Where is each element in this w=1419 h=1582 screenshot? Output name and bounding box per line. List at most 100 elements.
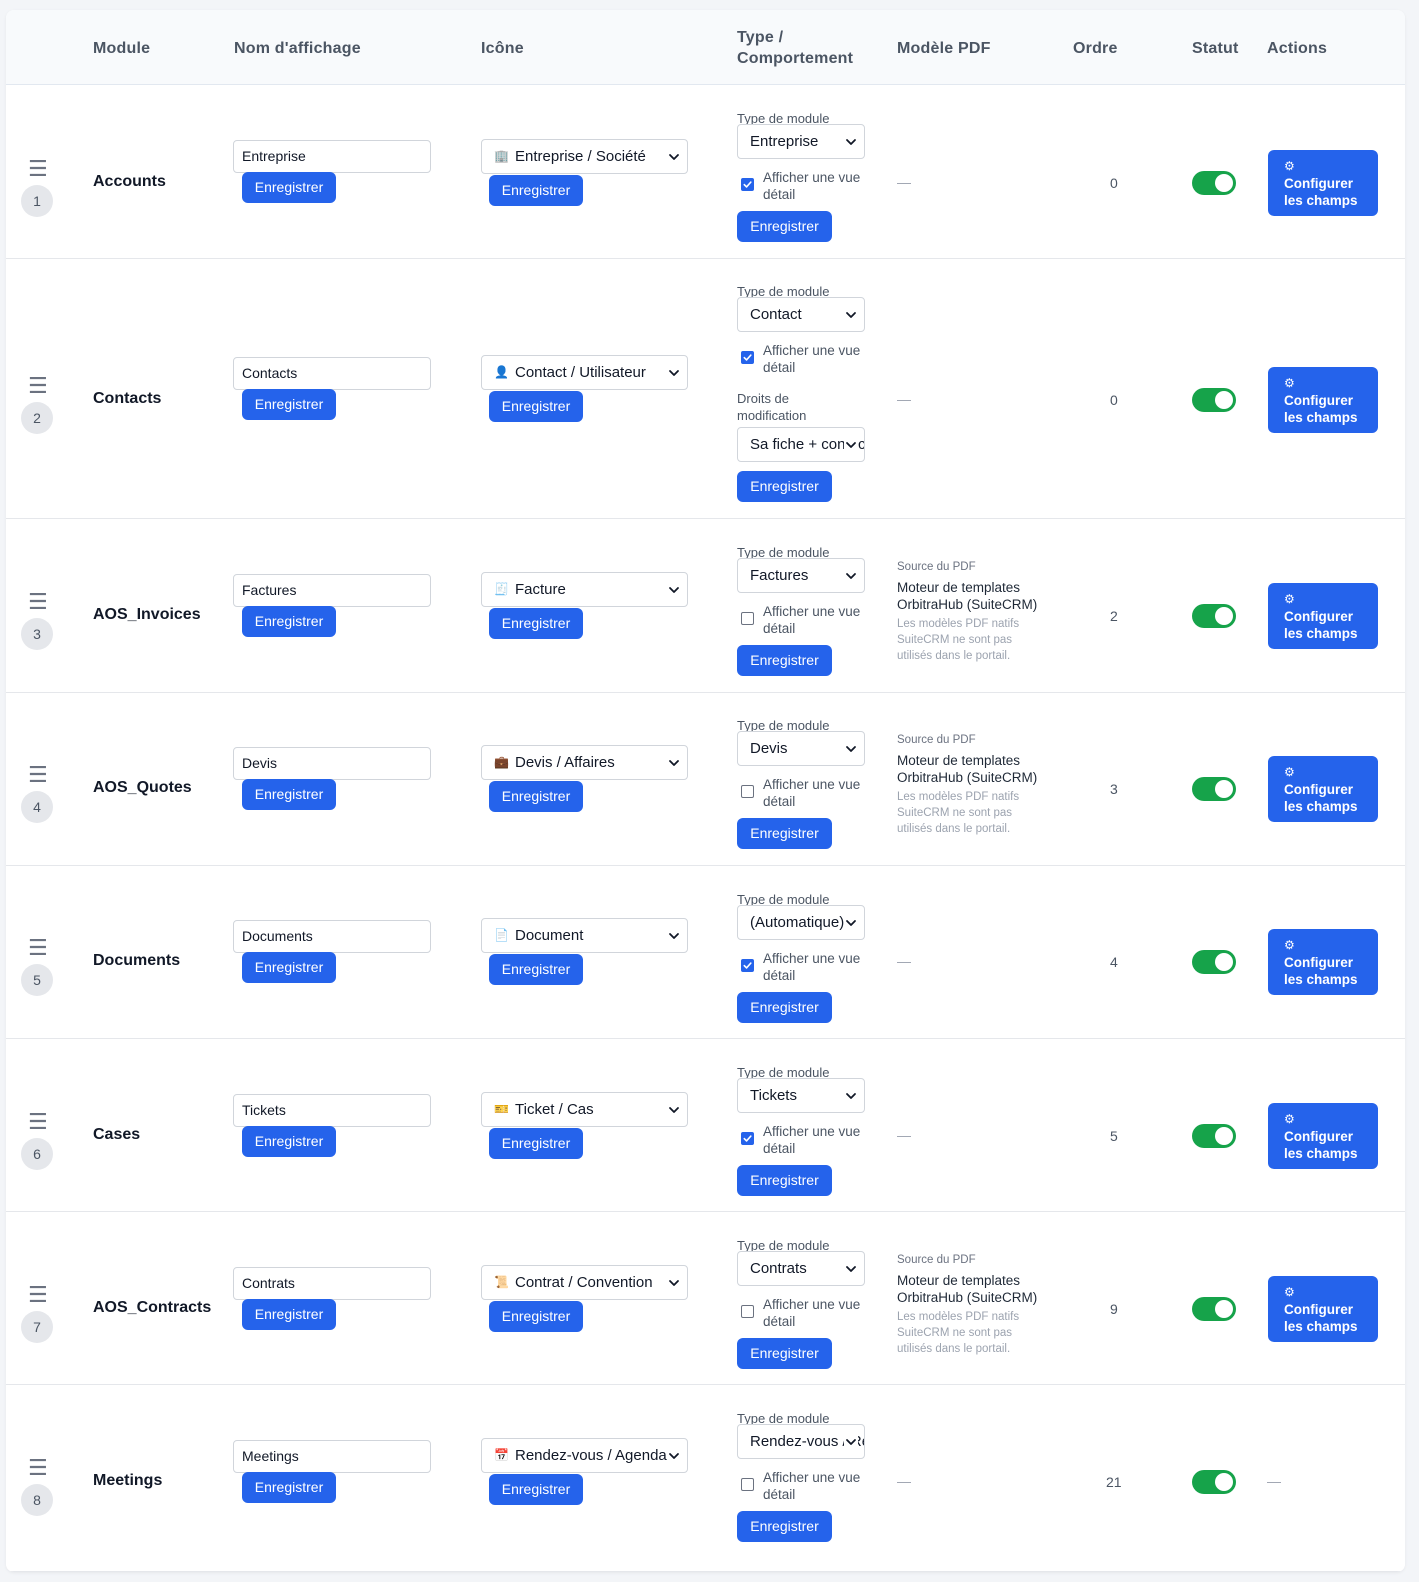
drag-handle-icon[interactable]: ☰	[28, 1457, 48, 1479]
configure-fields-button[interactable]: ⚙ Configurer les champs	[1268, 1103, 1378, 1169]
module-icon: 📅	[494, 1448, 509, 1462]
detail-view-label-line1: Afficher une vue	[763, 777, 861, 792]
detail-view-checkbox[interactable]	[741, 1132, 754, 1145]
save-display-name-button[interactable]: Enregistrer	[242, 172, 336, 203]
drag-handle-icon[interactable]: ☰	[28, 937, 48, 959]
configure-fields-button[interactable]: ⚙ Configurer les champs	[1268, 150, 1378, 216]
drag-handle-icon[interactable]: ☰	[28, 1284, 48, 1306]
save-display-name-button[interactable]: Enregistrer	[242, 1299, 336, 1330]
save-icon-button[interactable]: Enregistrer	[489, 391, 583, 422]
configure-fields-button[interactable]: ⚙ Configurer les champs	[1268, 583, 1378, 649]
save-type-button[interactable]: Enregistrer	[737, 1511, 832, 1542]
detail-view-checkbox[interactable]	[741, 785, 754, 798]
save-icon-button[interactable]: Enregistrer	[489, 1474, 583, 1505]
module-name: AOS_Quotes	[93, 779, 192, 796]
chevron-down-icon	[844, 428, 858, 461]
module-type-select[interactable]: Contrats	[737, 1251, 865, 1286]
position-badge: 6	[21, 1138, 53, 1170]
module-name: AOS_Contracts	[93, 1299, 212, 1316]
save-icon-button[interactable]: Enregistrer	[489, 1128, 583, 1159]
drag-handle-icon[interactable]: ☰	[28, 591, 48, 613]
save-type-button[interactable]: Enregistrer	[737, 992, 832, 1023]
save-display-name-button[interactable]: Enregistrer	[242, 389, 336, 420]
icon-select[interactable]: 📄 Document	[481, 918, 688, 953]
display-name-input[interactable]: Tickets	[233, 1094, 431, 1127]
save-display-name-button[interactable]: Enregistrer	[242, 952, 336, 983]
save-type-button[interactable]: Enregistrer	[737, 645, 832, 676]
detail-view-checkbox[interactable]	[741, 178, 754, 191]
status-toggle[interactable]	[1192, 950, 1236, 974]
status-toggle[interactable]	[1192, 777, 1236, 801]
icon-select[interactable]: 🧾 Facture	[481, 572, 688, 607]
drag-handle-icon[interactable]: ☰	[28, 375, 48, 397]
save-icon-button[interactable]: Enregistrer	[489, 608, 583, 639]
save-display-name-button[interactable]: Enregistrer	[242, 1126, 336, 1157]
module-type-select[interactable]: Rendez-vous / Réunion	[737, 1424, 865, 1459]
save-type-button[interactable]: Enregistrer	[737, 1165, 832, 1196]
chevron-down-icon	[667, 1093, 681, 1126]
module-type-select[interactable]: (Automatique)	[737, 905, 865, 940]
icon-select[interactable]: 🏢 Entreprise / Société	[481, 139, 688, 174]
display-name-input[interactable]: Contrats	[233, 1267, 431, 1300]
display-name-input[interactable]: Contacts	[233, 357, 431, 390]
pdf-note-line3: utilisés dans le portail.	[897, 823, 1011, 835]
save-icon-button[interactable]: Enregistrer	[489, 781, 583, 812]
module-type-select[interactable]: Entreprise	[737, 124, 865, 159]
display-name-input[interactable]: Entreprise	[233, 140, 431, 173]
detail-view-checkbox[interactable]	[741, 959, 754, 972]
save-type-button[interactable]: Enregistrer	[737, 1338, 832, 1369]
save-display-name-button[interactable]: Enregistrer	[242, 606, 336, 637]
chevron-down-icon	[667, 1266, 681, 1299]
icon-select[interactable]: 🎫 Ticket / Cas	[481, 1092, 688, 1127]
configure-fields-button[interactable]: ⚙ Configurer les champs	[1268, 367, 1378, 433]
drag-handle-icon[interactable]: ☰	[28, 1111, 48, 1133]
icon-select[interactable]: 💼 Devis / Affaires	[481, 745, 688, 780]
save-icon-button[interactable]: Enregistrer	[489, 1301, 583, 1332]
icon-select[interactable]: 📅 Rendez-vous / Agenda	[481, 1438, 688, 1473]
status-toggle[interactable]	[1192, 388, 1236, 412]
table-row: ☰ 3 AOS_Invoices Factures Enregistrer 🧾 F…	[6, 519, 1405, 693]
edit-rights-select[interactable]: Sa fiche + contact	[737, 427, 865, 462]
status-toggle[interactable]	[1192, 604, 1236, 628]
detail-view-checkbox[interactable]	[741, 1478, 754, 1491]
status-toggle[interactable]	[1192, 1297, 1236, 1321]
module-type-select[interactable]: Devis	[737, 731, 865, 766]
status-toggle[interactable]	[1192, 1124, 1236, 1148]
icon-select[interactable]: 📜 Contrat / Convention	[481, 1265, 688, 1300]
status-toggle[interactable]	[1192, 1470, 1236, 1494]
drag-handle-icon[interactable]: ☰	[28, 158, 48, 180]
module-icon: 🏢	[494, 149, 509, 163]
icon-select-value: Ticket / Cas	[515, 1101, 594, 1118]
display-name-input[interactable]: Factures	[233, 574, 431, 607]
save-icon-button[interactable]: Enregistrer	[489, 954, 583, 985]
module-type-select[interactable]: Tickets	[737, 1078, 865, 1113]
gear-icon: ⚙	[1284, 765, 1295, 779]
module-type-select[interactable]: Contact	[737, 297, 865, 332]
detail-view-checkbox[interactable]	[741, 1305, 754, 1318]
configure-fields-button[interactable]: ⚙ Configurer les champs	[1268, 929, 1378, 995]
save-icon-button[interactable]: Enregistrer	[489, 175, 583, 206]
save-display-name-button[interactable]: Enregistrer	[242, 1472, 336, 1503]
status-toggle[interactable]	[1192, 171, 1236, 195]
configure-fields-button[interactable]: ⚙ Configurer les champs	[1268, 1276, 1378, 1342]
display-name-input[interactable]: Meetings	[233, 1440, 431, 1473]
save-type-button[interactable]: Enregistrer	[737, 818, 832, 849]
module-type-select[interactable]: Factures	[737, 558, 865, 593]
display-name-input[interactable]: Documents	[233, 920, 431, 953]
detail-view-checkbox[interactable]	[741, 351, 754, 364]
pdf-empty: —	[897, 1473, 911, 1489]
configure-label-line2: les champs	[1284, 972, 1358, 987]
module-icon: 💼	[494, 755, 509, 769]
icon-select[interactable]: 👤 Contact / Utilisateur	[481, 355, 688, 390]
chevron-down-icon	[667, 1439, 681, 1472]
save-display-name-button[interactable]: Enregistrer	[242, 779, 336, 810]
display-name-input[interactable]: Devis	[233, 747, 431, 780]
drag-handle-icon[interactable]: ☰	[28, 764, 48, 786]
detail-view-label: Afficher une vue détail	[763, 1123, 873, 1157]
save-type-button[interactable]: Enregistrer	[737, 471, 832, 502]
configure-label-line2: les champs	[1284, 1319, 1358, 1334]
save-type-button[interactable]: Enregistrer	[737, 211, 832, 242]
configure-fields-button[interactable]: ⚙ Configurer les champs	[1268, 756, 1378, 822]
detail-view-checkbox[interactable]	[741, 612, 754, 625]
header-status: Statut	[1192, 40, 1239, 57]
